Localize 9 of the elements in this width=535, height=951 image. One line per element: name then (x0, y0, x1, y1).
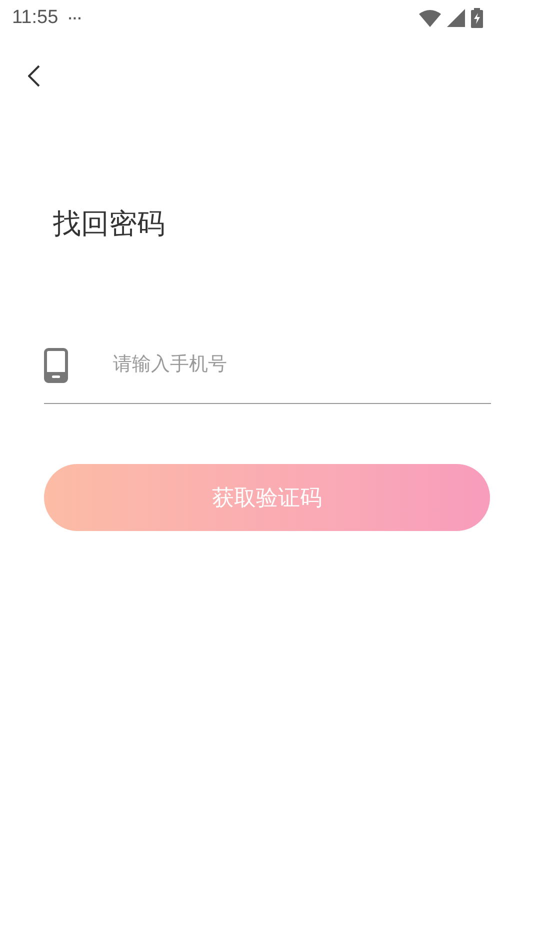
status-time: 11:55 (12, 6, 58, 30)
get-code-button[interactable]: 获取验证码 (44, 464, 490, 531)
battery-icon (471, 8, 483, 28)
phone-input-field[interactable]: 请输入手机号 (113, 351, 491, 380)
more-indicator: ··· (68, 8, 82, 28)
phone-icon (44, 348, 68, 383)
page-title: 找回密码 (53, 210, 166, 238)
wifi-icon (419, 9, 441, 27)
signal-icon (447, 9, 465, 27)
